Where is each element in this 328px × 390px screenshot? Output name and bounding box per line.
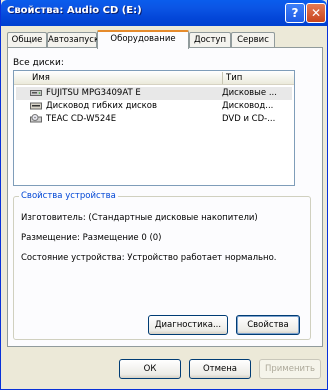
close-icon: ✕ [310,6,322,20]
device-status-text: Состояние устройства: Устройство работае… [21,253,277,263]
device-properties-title: Свойства устройства [19,191,118,201]
device-type: DVD и CD-... [222,114,276,124]
apply-button[interactable]: Применить [259,359,321,379]
tab-autoplay[interactable]: Автозапуск [47,32,99,48]
tab-general[interactable]: Общие [7,32,47,48]
tab-hardware[interactable]: Оборудование [97,30,189,49]
properties-dialog: Свойства: Audio CD (E:) ? ✕ Общие Автоза… [0,0,328,390]
diagnostics-button[interactable]: Диагностика... [148,315,228,335]
cd-drive-icon [30,114,42,123]
tab-strip: Общие Автозапуск Оборудование Доступ Сер… [7,30,323,49]
column-divider[interactable] [222,72,223,84]
hard-disk-icon [30,90,42,96]
list-header: Имя Тип [14,71,294,85]
list-item[interactable]: FUJITSU MPG3409AT E Дисковые ... [16,87,292,100]
list-item[interactable]: TEAC CD-W524E DVD и CD-... [16,113,292,126]
device-name: TEAC CD-W524E [46,114,117,124]
tab-sharing[interactable]: Доступ [189,32,231,48]
help-icon: ? [291,6,299,20]
ok-button[interactable]: ОК [119,359,181,379]
device-name: FUJITSU MPG3409AT E [46,88,141,98]
close-button[interactable]: ✕ [306,3,326,23]
list-item[interactable]: Дисковод гибких дисков Дисковод... [16,100,292,113]
device-type: Дисковые ... [222,88,277,98]
cancel-button[interactable]: Отмена [189,359,251,379]
column-header-name[interactable]: Имя [32,73,50,83]
window-title: Свойства: Audio CD (E:) [7,5,142,16]
tab-tools[interactable]: Сервис [231,32,275,48]
device-type: Дисковод... [222,101,274,111]
manufacturer-text: Изготовитель: (Стандартные дисковые нако… [21,213,258,223]
help-button[interactable]: ? [285,3,305,23]
device-list[interactable]: Имя Тип FUJITSU MPG3409AT E Дисковые ...… [13,70,295,186]
column-header-type[interactable]: Тип [226,73,242,83]
device-name: Дисковод гибких дисков [46,101,158,111]
all-disks-label: Все диски: [13,58,64,68]
floppy-drive-icon [30,102,42,110]
title-bar[interactable]: Свойства: Audio CD (E:) ? ✕ [1,0,327,26]
device-properties-button[interactable]: Свойства [236,315,300,335]
location-text: Размещение: Размещение 0 (0) [21,233,162,243]
